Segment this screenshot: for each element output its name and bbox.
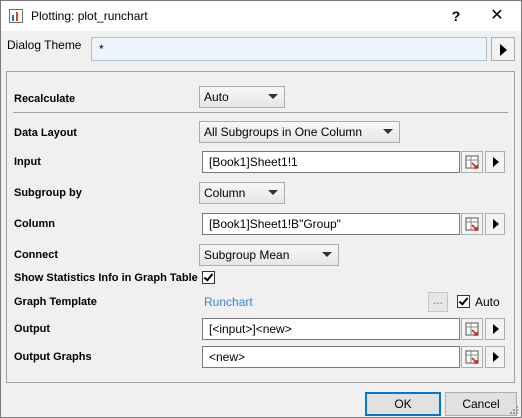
subgroup-by-label: Subgroup by <box>14 187 82 199</box>
browse-template-button[interactable]: ... <box>428 292 448 312</box>
chevron-down-icon <box>322 252 332 257</box>
expand-arrow-icon <box>493 352 499 362</box>
chevron-down-icon <box>268 94 278 99</box>
output-graphs-menu-button[interactable] <box>485 346 505 368</box>
input-range-picker[interactable] <box>461 151 483 173</box>
range-picker-icon <box>465 155 479 169</box>
data-layout-value: All Subgroups in One Column <box>204 125 363 139</box>
chevron-down-icon <box>268 190 278 195</box>
output-graphs-label: Output Graphs <box>14 351 92 363</box>
recalculate-select[interactable]: Auto <box>199 86 285 108</box>
theme-menu-button[interactable] <box>491 37 515 61</box>
input-field[interactable]: [Book1]Sheet1!1 <box>202 151 460 173</box>
range-picker-icon <box>465 322 479 336</box>
input-menu-button[interactable] <box>485 151 505 173</box>
range-picker-icon <box>465 350 479 364</box>
expand-arrow-icon <box>493 324 499 334</box>
cancel-button[interactable]: Cancel <box>445 392 517 416</box>
column-menu-button[interactable] <box>485 213 505 235</box>
auto-checkbox[interactable] <box>457 295 470 308</box>
expand-arrow-icon <box>493 219 499 229</box>
graph-template-label: Graph Template <box>14 296 97 308</box>
range-picker-icon <box>465 217 479 231</box>
dialog-theme-field[interactable]: * <box>91 37 487 61</box>
output-range-picker[interactable] <box>461 318 483 340</box>
subgroup-by-select[interactable]: Column <box>199 182 285 204</box>
dialog-window: Plotting: plot_runchart ? ✕ Dialog Theme… <box>0 0 522 418</box>
title-bar[interactable]: Plotting: plot_runchart ? ✕ <box>1 1 521 31</box>
connect-label: Connect <box>14 249 58 261</box>
subgroup-by-value: Column <box>204 186 246 200</box>
help-button[interactable]: ? <box>441 5 471 27</box>
settings-panel: Recalculate Auto Data Layout All Subgrou… <box>6 71 515 383</box>
data-layout-label: Data Layout <box>14 127 77 139</box>
output-field[interactable]: [<input>]<new> <box>202 318 460 340</box>
recalculate-label: Recalculate <box>14 93 76 105</box>
output-label: Output <box>14 323 51 335</box>
divider <box>13 112 508 113</box>
column-label: Column <box>14 218 55 230</box>
app-icon <box>9 9 23 23</box>
resize-grip-icon[interactable] <box>509 405 519 415</box>
connect-select[interactable]: Subgroup Mean <box>199 244 339 266</box>
auto-label: Auto <box>475 295 500 309</box>
show-statistics-checkbox[interactable] <box>202 271 215 284</box>
expand-arrow-icon <box>493 157 499 167</box>
close-button[interactable]: ✕ <box>479 5 515 27</box>
output-graphs-field[interactable]: <new> <box>202 346 460 368</box>
window-title: Plotting: plot_runchart <box>31 9 148 23</box>
show-statistics-label: Show Statistics Info in Graph Table <box>14 272 198 284</box>
connect-value: Subgroup Mean <box>204 248 290 262</box>
input-label: Input <box>14 156 41 168</box>
output-menu-button[interactable] <box>485 318 505 340</box>
chevron-down-icon <box>383 129 393 134</box>
graph-template-link[interactable]: Runchart <box>204 295 253 309</box>
dialog-theme-label: Dialog Theme <box>7 38 82 52</box>
ok-button[interactable]: OK <box>365 392 441 416</box>
column-range-picker[interactable] <box>461 213 483 235</box>
data-layout-select[interactable]: All Subgroups in One Column <box>199 121 400 143</box>
checkmark-icon <box>458 295 469 306</box>
output-graphs-range-picker[interactable] <box>461 346 483 368</box>
checkmark-icon <box>203 271 214 282</box>
expand-arrow-icon <box>500 44 507 56</box>
recalculate-value: Auto <box>204 90 229 104</box>
column-field[interactable]: [Book1]Sheet1!B"Group" <box>202 213 460 235</box>
